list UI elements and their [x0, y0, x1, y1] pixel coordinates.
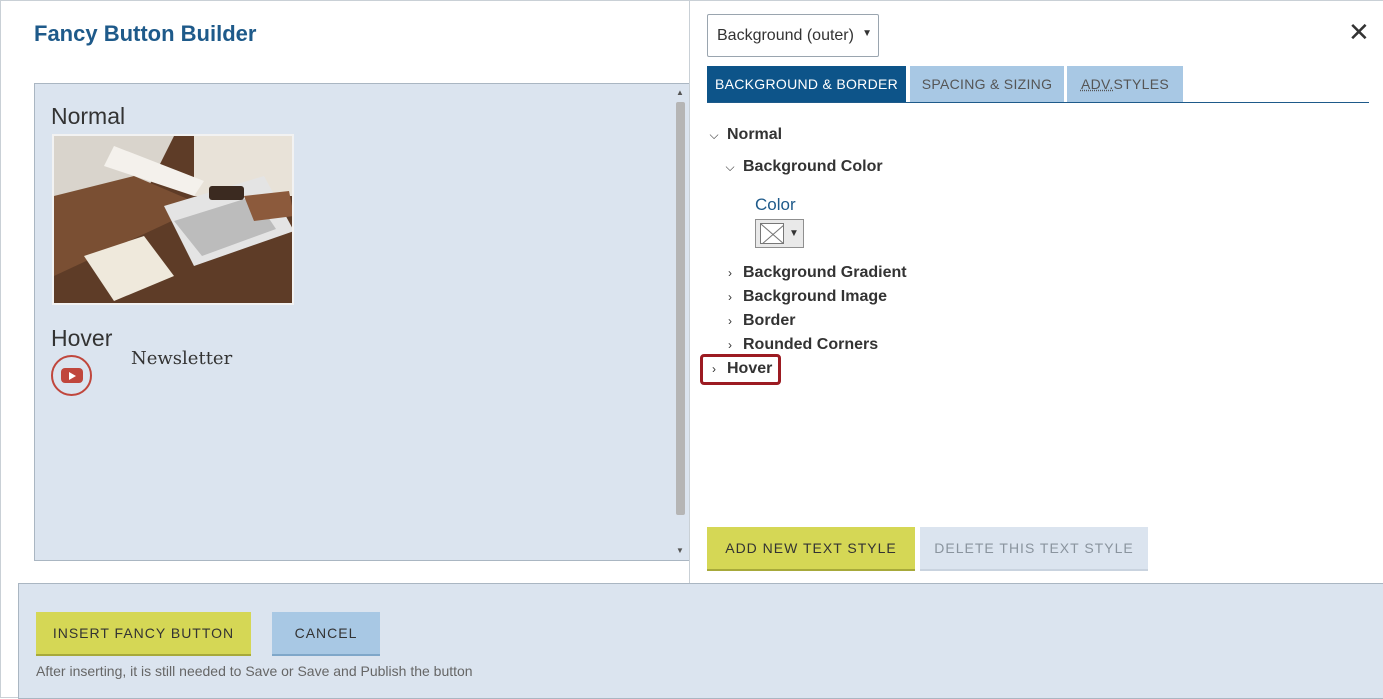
style-editor-panel: Background (outer) ▼ ✕ BACKGROUND & BORD…	[689, 1, 1383, 583]
scroll-up-arrow-icon[interactable]: ▲	[676, 89, 684, 97]
fancy-button-builder-dialog: Fancy Button Builder Normal Hover Newsle…	[0, 0, 1383, 698]
editor-tabs: BACKGROUND & BORDER SPACING & SIZING ADV…	[707, 66, 1369, 103]
tree-item-border[interactable]: › Border	[723, 312, 795, 330]
youtube-icon	[51, 355, 92, 396]
chevron-down-icon: ⌵	[707, 128, 721, 143]
preview-normal-heading: Normal	[51, 103, 125, 130]
tree-item-rounded-corners[interactable]: › Rounded Corners	[723, 336, 878, 354]
chevron-right-icon: ›	[723, 338, 737, 352]
tree-item-label: Background Image	[743, 288, 887, 306]
preview-image	[52, 134, 294, 305]
tree-item-hover[interactable]: › Hover	[707, 360, 772, 378]
scroll-down-arrow-icon[interactable]: ▼	[676, 547, 684, 555]
tab-background-border[interactable]: BACKGROUND & BORDER	[707, 66, 906, 102]
tree-item-label: Hover	[727, 360, 772, 378]
tree-item-label: Rounded Corners	[743, 336, 878, 354]
chevron-right-icon: ›	[723, 290, 737, 304]
chevron-right-icon: ›	[723, 266, 737, 280]
tree-item-background-image[interactable]: › Background Image	[723, 288, 887, 306]
chevron-right-icon: ›	[707, 362, 721, 376]
tree-item-label: Background Gradient	[743, 264, 907, 282]
cancel-button[interactable]: CANCEL	[272, 612, 380, 656]
photo-laptop-desk-icon	[54, 136, 294, 305]
preview-hover-heading: Hover	[51, 325, 112, 352]
delete-text-style-button[interactable]: DELETE THIS TEXT STYLE	[920, 527, 1148, 571]
tab-spacing-sizing[interactable]: SPACING & SIZING	[910, 66, 1064, 102]
chevron-down-icon: ▼	[789, 228, 799, 239]
dialog-title: Fancy Button Builder	[34, 21, 256, 47]
tab-adv-rest: STYLES	[1114, 76, 1170, 92]
tree-item-background-gradient[interactable]: › Background Gradient	[723, 264, 907, 282]
close-icon[interactable]: ✕	[1348, 19, 1370, 45]
style-target-select[interactable]: Background (outer) ▼	[707, 14, 879, 57]
preview-newsletter-text: Newsletter	[131, 348, 232, 369]
add-new-text-style-button[interactable]: ADD NEW TEXT STYLE	[707, 527, 915, 571]
color-picker[interactable]: ▼	[755, 219, 804, 248]
footer-note: After inserting, it is still needed to S…	[36, 663, 473, 679]
no-color-swatch-icon	[760, 223, 784, 244]
color-field-label: Color	[755, 195, 796, 215]
chevron-down-icon: ▼	[862, 28, 872, 39]
tree-item-label: Background Color	[743, 158, 883, 176]
button-preview-pane: Normal Hover Newsletter	[34, 83, 690, 561]
tree-item-label: Border	[743, 312, 795, 330]
tree-item-normal[interactable]: ⌵ Normal	[707, 126, 782, 144]
chevron-down-icon: ⌵	[723, 160, 737, 175]
insert-fancy-button[interactable]: INSERT FANCY BUTTON	[36, 612, 251, 656]
dialog-footer: INSERT FANCY BUTTON CANCEL After inserti…	[18, 583, 1383, 699]
tab-adv-styles[interactable]: ADV. STYLES	[1067, 66, 1183, 102]
style-target-select-value: Background (outer)	[717, 27, 854, 45]
tab-adv-abbr: ADV.	[1081, 76, 1114, 92]
tree-item-background-color[interactable]: ⌵ Background Color	[723, 158, 883, 176]
scroll-thumb[interactable]	[676, 102, 685, 515]
chevron-right-icon: ›	[723, 314, 737, 328]
preview-scrollbar[interactable]: ▲ ▼	[673, 85, 687, 559]
tree-item-label: Normal	[727, 126, 782, 144]
